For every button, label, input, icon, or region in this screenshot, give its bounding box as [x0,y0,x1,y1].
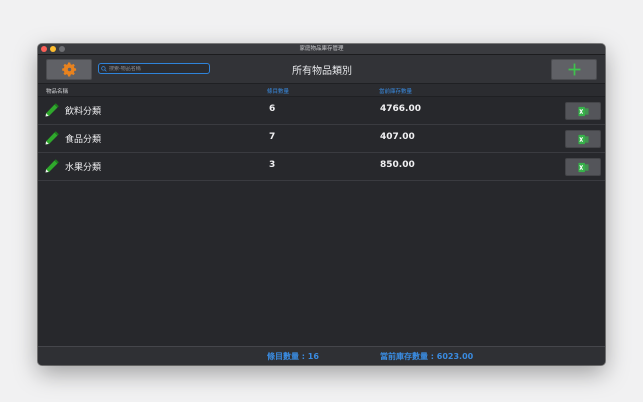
toolbar: 所有物品類別 [38,55,605,84]
category-table: 飲料分類 6 4766.00 食品分類 7 407.00 水果分類 3 850.… [38,97,605,181]
search-field[interactable] [98,63,210,74]
summary-footer: 條目數量 : 16 當前庫存數量 : 6023.00 [38,346,605,365]
column-header-count[interactable]: 條目數量 [267,87,289,95]
total-count: 條目數量 : 16 [267,352,319,361]
excel-icon [577,106,589,116]
stock-quantity: 407.00 [380,132,415,142]
search-input[interactable] [107,65,205,72]
category-name: 食品分類 [65,135,102,145]
stock-quantity: 850.00 [380,160,415,170]
table-row[interactable]: 水果分類 3 850.00 [38,153,605,181]
excel-icon [577,162,589,172]
category-name: 飲料分類 [65,107,102,117]
pencil-icon[interactable] [43,131,59,147]
pencil-icon[interactable] [43,103,59,119]
settings-button[interactable] [46,59,92,80]
add-category-button[interactable] [551,59,597,80]
category-name: 水果分類 [65,163,102,173]
window-title: 家庭物品庫存管理 [299,46,344,52]
title-bar: 家庭物品庫存管理 [38,44,605,55]
page-title: 所有物品類別 [292,66,352,77]
export-excel-button[interactable] [565,158,601,176]
plus-icon [568,63,580,76]
column-header-name[interactable]: 物品名稱 [46,87,68,95]
table-header: 物品名稱 條目數量 當前庫存數量 [38,84,605,97]
column-header-stock[interactable]: 當前庫存數量 [379,87,412,95]
app-window: 家庭物品庫存管理 所有物品類別 物品名稱 條目數量 當前庫存數量 [38,44,605,365]
total-stock: 當前庫存數量 : 6023.00 [380,352,474,361]
item-count: 6 [269,104,276,114]
excel-icon [577,134,589,144]
item-count: 3 [269,160,276,170]
table-row[interactable]: 食品分類 7 407.00 [38,125,605,153]
table-row[interactable]: 飲料分類 6 4766.00 [38,97,605,125]
item-count: 7 [269,132,276,142]
export-excel-button[interactable] [565,102,601,120]
stock-quantity: 4766.00 [380,104,421,114]
pencil-icon[interactable] [43,159,59,175]
gear-icon [61,62,76,77]
export-excel-button[interactable] [565,130,601,148]
